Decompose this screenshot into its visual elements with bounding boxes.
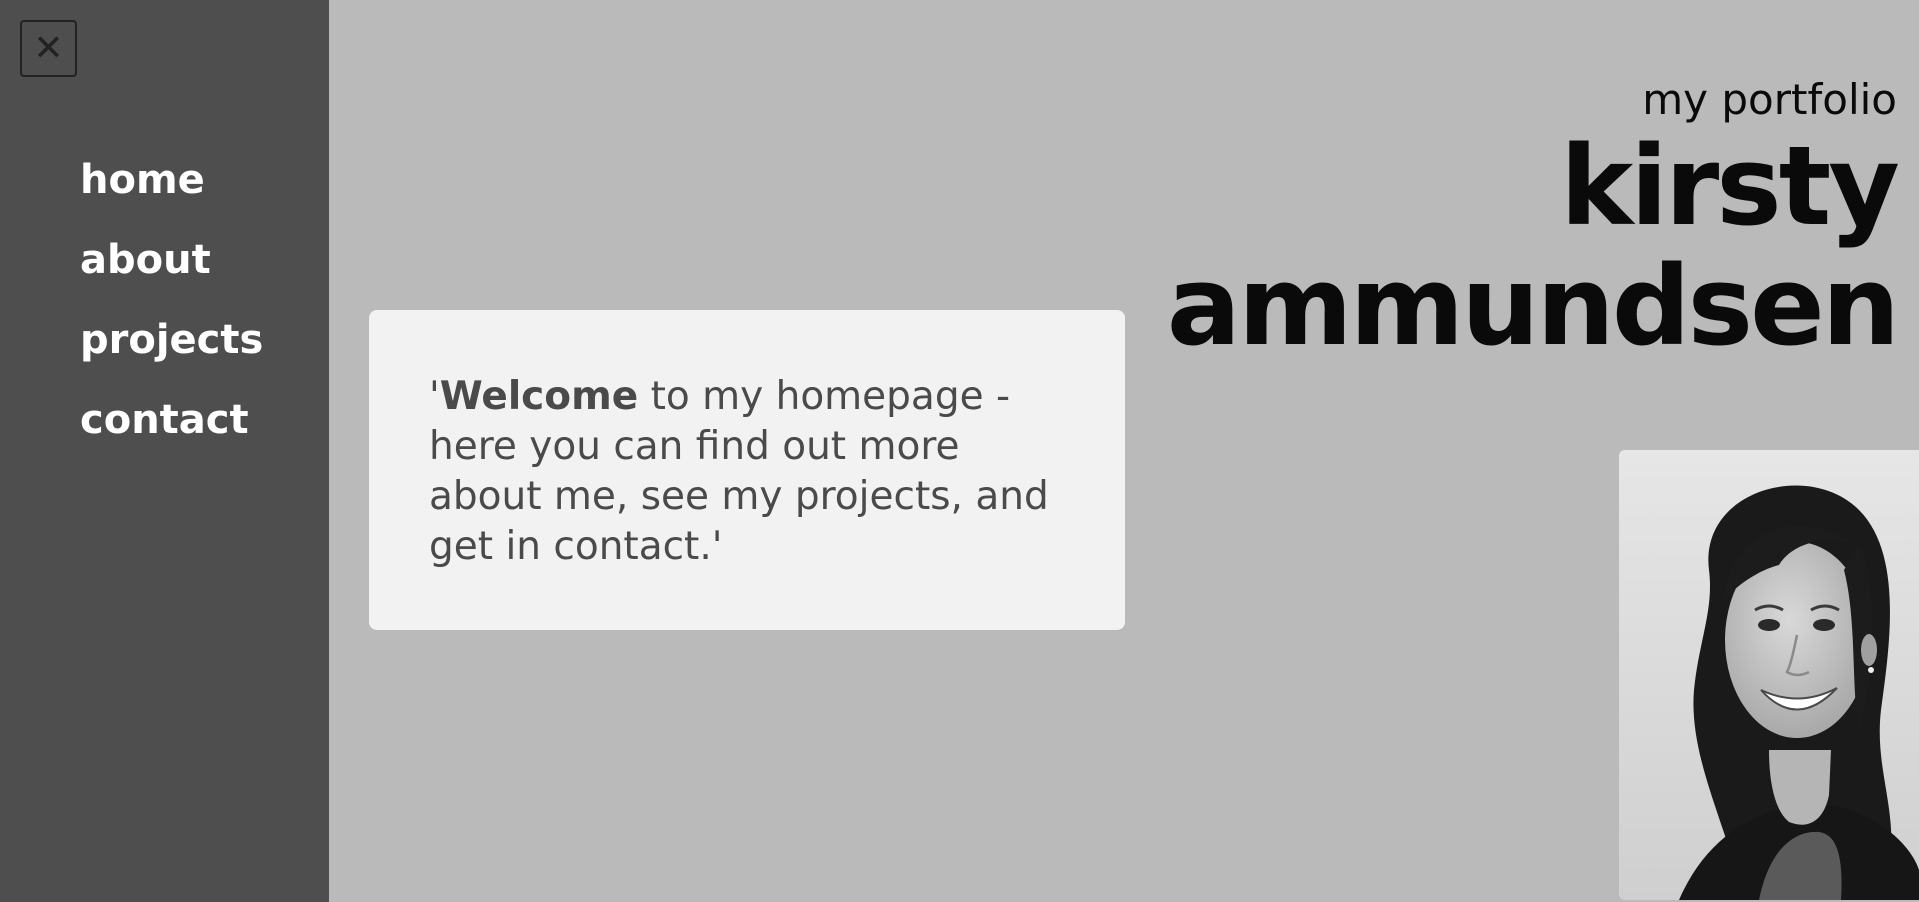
close-menu-button[interactable]: ✕ xyxy=(20,20,77,77)
quote-mark: ' xyxy=(429,374,440,419)
owner-name-first: kirsty xyxy=(1560,122,1900,250)
welcome-card: 'Welcome to my homepage - here you can f… xyxy=(369,310,1125,630)
nav-item-projects[interactable]: projects xyxy=(80,300,263,380)
nav-item-contact[interactable]: contact xyxy=(80,380,263,460)
close-icon: ✕ xyxy=(33,27,64,69)
sidebar-nav: ✕ home about projects contact xyxy=(0,0,329,902)
welcome-bold-word: Welcome xyxy=(439,374,639,419)
nav-item-home[interactable]: home xyxy=(80,140,263,220)
page-subtitle: my portfolio xyxy=(1642,75,1897,124)
page: ✕ home about projects contact my portfol… xyxy=(0,0,1919,902)
page-header: my portfolio kirsty ammundsen xyxy=(1166,74,1900,370)
portrait-image xyxy=(1619,450,1919,900)
owner-name-last: ammundsen xyxy=(1166,242,1900,370)
welcome-message: 'Welcome to my homepage - here you can f… xyxy=(429,372,1067,572)
profile-photo xyxy=(1619,450,1919,900)
nav-item-about[interactable]: about xyxy=(80,220,263,300)
nav-menu: home about projects contact xyxy=(80,140,263,460)
